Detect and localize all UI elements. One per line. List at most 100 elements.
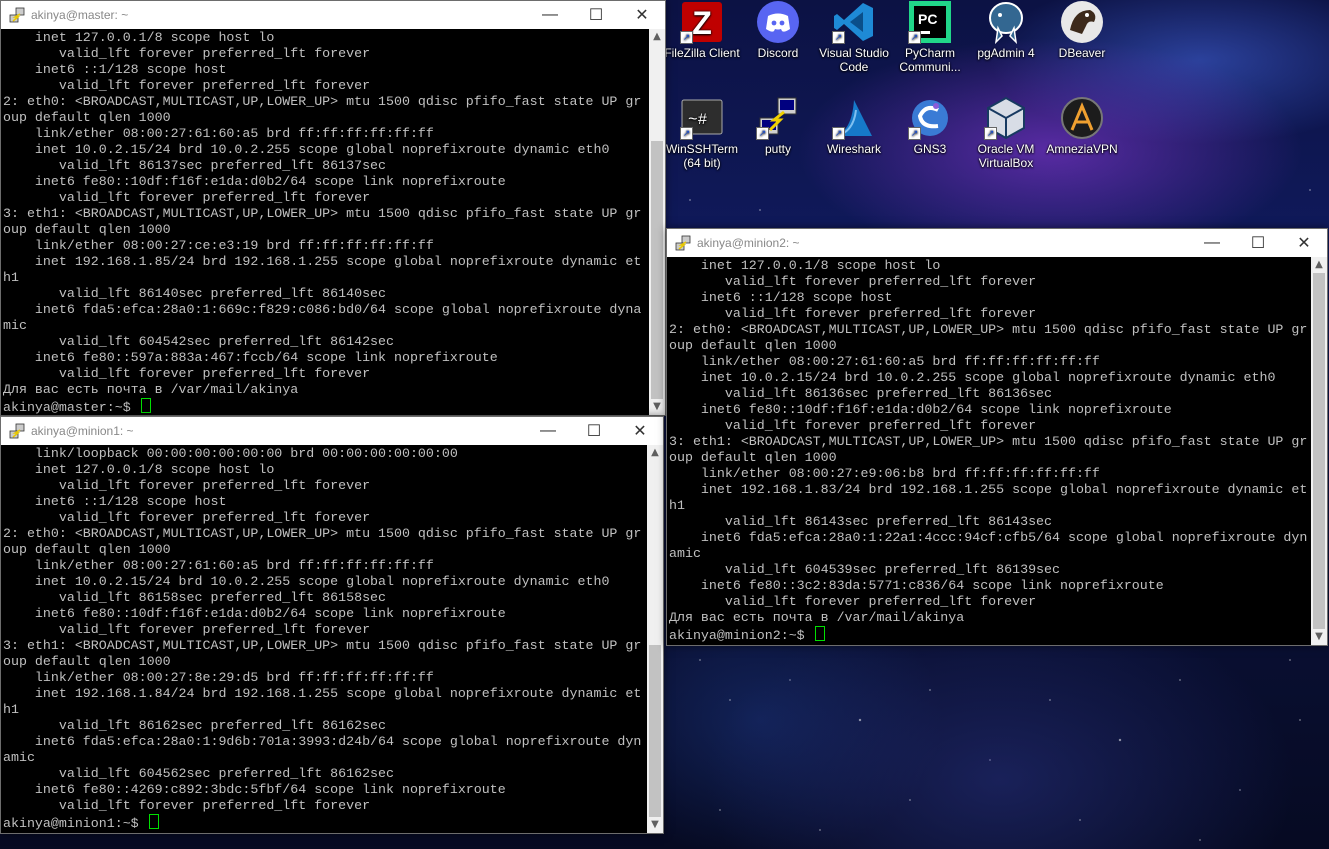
shortcut-arrow-icon: ↗ bbox=[908, 31, 921, 44]
putty-icon bbox=[675, 235, 691, 251]
scrollbar-thumb[interactable] bbox=[651, 141, 663, 399]
close-button[interactable]: ✕ bbox=[1281, 229, 1327, 257]
close-button[interactable]: ✕ bbox=[617, 417, 663, 445]
terminal-line: inet6 fda5:efca:28a0:1:9d6b:701a:3993:d2… bbox=[3, 734, 642, 749]
terminal-line: 2: eth0: <BROADCAST,MULTICAST,UP,LOWER_U… bbox=[3, 526, 642, 541]
desktop-icon-winsshterm[interactable]: ~# ↗ WinSSHTerm (64 bit) bbox=[664, 96, 740, 170]
desktop-icon-pycharm[interactable]: PC ↗ PyCharm Communi... bbox=[892, 0, 968, 74]
window-title: akinya@minion2: ~ bbox=[697, 236, 800, 250]
terminal-line: h1 bbox=[3, 702, 19, 717]
terminal-window-minion2[interactable]: akinya@minion2: ~ — ☐ ✕ inet 127.0.0.1/8… bbox=[666, 228, 1328, 646]
terminal-output[interactable]: link/loopback 00:00:00:00:00:00 brd 00:0… bbox=[1, 445, 647, 833]
desktop-icon-wireshark[interactable]: ↗ Wireshark bbox=[816, 96, 892, 156]
desktop-icon-gns3[interactable]: ↗ GNS3 bbox=[892, 96, 968, 156]
scroll-down-icon[interactable]: ▼ bbox=[649, 399, 665, 415]
terminal-line: inet 127.0.0.1/8 scope host lo bbox=[3, 30, 275, 45]
scroll-down-icon[interactable]: ▼ bbox=[647, 817, 663, 833]
terminal-window-master[interactable]: akinya@master: ~ — ☐ ✕ inet 127.0.0.1/8 … bbox=[0, 0, 666, 416]
terminal-line: oup default qlen 1000 bbox=[3, 110, 171, 125]
desktop-icon-vscode[interactable]: ↗ Visual Studio Code bbox=[816, 0, 892, 74]
winsshterm-icon: ~# ↗ bbox=[680, 96, 724, 140]
terminal-line: inet6 ::1/128 scope host bbox=[3, 494, 227, 509]
terminal-line: 2: eth0: <BROADCAST,MULTICAST,UP,LOWER_U… bbox=[3, 94, 642, 109]
terminal-output[interactable]: inet 127.0.0.1/8 scope host lo valid_lft… bbox=[1, 29, 649, 415]
desktop-icon-filezilla[interactable]: Z ↗ FileZilla Client bbox=[664, 0, 740, 60]
scroll-down-icon[interactable]: ▼ bbox=[1311, 629, 1327, 645]
filezilla-icon: Z ↗ bbox=[680, 0, 724, 44]
desktop-icon-label: GNS3 bbox=[913, 142, 947, 156]
terminal-line: valid_lft 86136sec preferred_lft 86136se… bbox=[669, 386, 1053, 401]
terminal-line: inet6 ::1/128 scope host bbox=[669, 290, 893, 305]
shortcut-arrow-icon: ↗ bbox=[832, 31, 845, 44]
desktop-icon-label: Wireshark bbox=[826, 142, 881, 156]
terminal-output[interactable]: inet 127.0.0.1/8 scope host lo valid_lft… bbox=[667, 257, 1311, 645]
desktop-icon-label: FileZilla Client bbox=[664, 46, 740, 60]
terminal-line: inet6 fda5:efca:28a0:1:22a1:4ccc:94cf:cf… bbox=[669, 530, 1308, 545]
shortcut-arrow-icon: ↗ bbox=[832, 127, 845, 140]
terminal-line: oup default qlen 1000 bbox=[3, 222, 171, 237]
window-titlebar[interactable]: akinya@minion1: ~ — ☐ ✕ bbox=[1, 417, 663, 445]
terminal-prompt-line[interactable]: akinya@master:~$ bbox=[3, 398, 649, 415]
shell-prompt: akinya@minion1:~$ bbox=[3, 816, 147, 831]
minimize-button[interactable]: — bbox=[1189, 229, 1235, 257]
terminal-line: Для вас есть почта в /var/mail/akinya bbox=[669, 610, 965, 625]
terminal-line: valid_lft 604539sec preferred_lft 86139s… bbox=[669, 562, 1060, 577]
wireshark-icon: ↗ bbox=[832, 96, 876, 140]
maximize-button[interactable]: ☐ bbox=[571, 417, 617, 445]
desktop-icon-pgadmin[interactable]: pgAdmin 4 bbox=[968, 0, 1044, 60]
terminal-line: valid_lft forever preferred_lft forever bbox=[3, 622, 371, 637]
shortcut-arrow-icon: ↗ bbox=[680, 127, 693, 140]
desktop-icon-label: Discord bbox=[757, 46, 799, 60]
text-cursor bbox=[148, 814, 159, 829]
terminal-line: inet 10.0.2.15/24 brd 10.0.2.255 scope g… bbox=[3, 574, 610, 589]
scroll-up-icon[interactable]: ▲ bbox=[649, 29, 665, 45]
terminal-line: Для вас есть почта в /var/mail/akinya bbox=[3, 382, 299, 397]
desktop-icon-virtualbox[interactable]: ↗ Oracle VM VirtualBox bbox=[968, 96, 1044, 170]
terminal-line: inet 10.0.2.15/24 brd 10.0.2.255 scope g… bbox=[3, 142, 610, 157]
scroll-up-icon[interactable]: ▲ bbox=[1311, 257, 1327, 273]
pgadmin-icon bbox=[984, 0, 1028, 44]
terminal-line: amic bbox=[669, 546, 701, 561]
terminal-line: inet6 fe80::10df:f16f:e1da:d0b2/64 scope… bbox=[3, 174, 506, 189]
minimize-button[interactable]: — bbox=[525, 417, 571, 445]
close-button[interactable]: ✕ bbox=[619, 1, 665, 29]
terminal-line: valid_lft forever preferred_lft forever bbox=[3, 478, 371, 493]
desktop-icon-label: pgAdmin 4 bbox=[977, 46, 1035, 60]
scrollbar-thumb[interactable] bbox=[649, 645, 661, 817]
minimize-button[interactable]: — bbox=[527, 1, 573, 29]
desktop-icon-discord[interactable]: Discord bbox=[740, 0, 816, 60]
window-title: akinya@minion1: ~ bbox=[31, 424, 134, 438]
window-titlebar[interactable]: akinya@minion2: ~ — ☐ ✕ bbox=[667, 229, 1327, 257]
scroll-up-icon[interactable]: ▲ bbox=[647, 445, 663, 461]
scrollbar-thumb[interactable] bbox=[1313, 273, 1325, 629]
desktop-icon-label: DBeaver bbox=[1058, 46, 1106, 60]
window-titlebar[interactable]: akinya@master: ~ — ☐ ✕ bbox=[1, 1, 665, 29]
terminal-line: oup default qlen 1000 bbox=[3, 654, 171, 669]
terminal-line: valid_lft forever preferred_lft forever bbox=[669, 306, 1037, 321]
shortcut-arrow-icon: ↗ bbox=[680, 31, 693, 44]
vertical-scrollbar[interactable]: ▲ ▼ bbox=[647, 445, 663, 833]
shortcut-arrow-icon: ↗ bbox=[756, 127, 769, 140]
terminal-line: link/ether 08:00:27:8e:29:d5 brd ff:ff:f… bbox=[3, 670, 434, 685]
vertical-scrollbar[interactable]: ▲ ▼ bbox=[1311, 257, 1327, 645]
desktop-icon-label: Visual Studio Code bbox=[819, 46, 889, 74]
terminal-line: 3: eth1: <BROADCAST,MULTICAST,UP,LOWER_U… bbox=[3, 638, 642, 653]
terminal-line: inet6 fe80::10df:f16f:e1da:d0b2/64 scope… bbox=[3, 606, 506, 621]
maximize-button[interactable]: ☐ bbox=[1235, 229, 1281, 257]
desktop-icon-amneziavpn[interactable]: AmneziaVPN bbox=[1044, 96, 1120, 156]
terminal-line: oup default qlen 1000 bbox=[669, 338, 837, 353]
terminal-line: 3: eth1: <BROADCAST,MULTICAST,UP,LOWER_U… bbox=[3, 206, 642, 221]
terminal-line: inet6 fe80::10df:f16f:e1da:d0b2/64 scope… bbox=[669, 402, 1172, 417]
terminal-line: oup default qlen 1000 bbox=[3, 542, 171, 557]
vertical-scrollbar[interactable]: ▲ ▼ bbox=[649, 29, 665, 415]
text-cursor bbox=[140, 398, 151, 413]
maximize-button[interactable]: ☐ bbox=[573, 1, 619, 29]
desktop-icon-putty[interactable]: ↗ putty bbox=[740, 96, 816, 156]
desktop-icon-dbeaver[interactable]: DBeaver bbox=[1044, 0, 1120, 60]
terminal-prompt-line[interactable]: akinya@minion1:~$ bbox=[3, 814, 647, 831]
terminal-window-minion1[interactable]: akinya@minion1: ~ — ☐ ✕ link/loopback 00… bbox=[0, 416, 664, 834]
terminal-prompt-line[interactable]: akinya@minion2:~$ bbox=[669, 626, 1311, 643]
text-cursor bbox=[814, 626, 825, 641]
gns3-icon: ↗ bbox=[908, 96, 952, 140]
terminal-line: inet 127.0.0.1/8 scope host lo bbox=[669, 258, 941, 273]
